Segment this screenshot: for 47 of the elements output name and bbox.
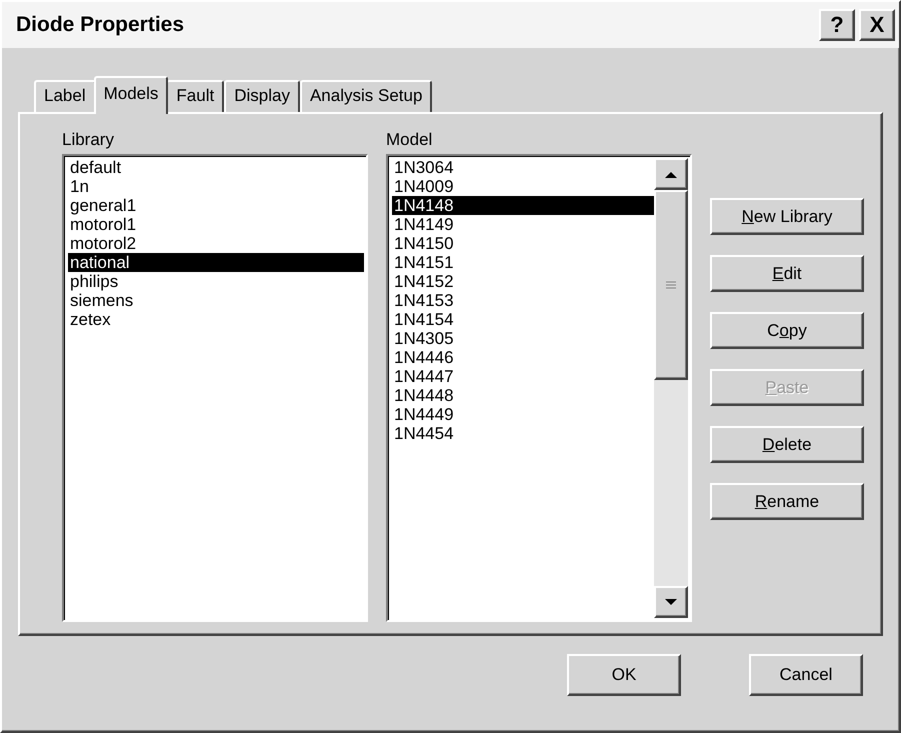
tab[interactable]: Display xyxy=(224,80,300,112)
tab[interactable]: Models xyxy=(94,76,168,114)
list-item[interactable]: 1N4152 xyxy=(392,272,654,291)
list-item[interactable]: motorol2 xyxy=(68,234,364,253)
list-label: Library xyxy=(62,130,115,150)
list-item[interactable]: 1N3064 xyxy=(392,158,654,177)
list-box[interactable]: default 1n general1 motorol1 motorol2 national philips siemens zetex xyxy=(62,154,368,622)
scroll-down-icon[interactable] xyxy=(654,586,688,618)
list-item[interactable]: national xyxy=(68,253,364,272)
tab[interactable]: Analysis Setup xyxy=(300,80,432,112)
list-item[interactable]: 1N4151 xyxy=(392,253,654,272)
list-item[interactable]: general1 xyxy=(68,196,364,215)
list-item[interactable]: motorol1 xyxy=(68,215,364,234)
action-button[interactable]: Rename xyxy=(710,483,864,520)
close-button[interactable]: X xyxy=(859,9,895,41)
ok-button[interactable]: OK xyxy=(567,654,681,696)
list-item[interactable]: 1N4154 xyxy=(392,310,654,329)
scrollbar[interactable] xyxy=(654,158,688,618)
action-button[interactable]: New Library xyxy=(710,198,864,235)
cancel-button[interactable]: Cancel xyxy=(749,654,863,696)
window-title: Diode Properties xyxy=(16,13,186,37)
list-item[interactable]: 1N4448 xyxy=(392,386,654,405)
tab[interactable]: Fault xyxy=(166,80,224,112)
list-item[interactable]: default xyxy=(68,158,364,177)
action-button[interactable]: Copy xyxy=(710,312,864,349)
list-item[interactable]: 1N4150 xyxy=(392,234,654,253)
tab[interactable]: Label xyxy=(34,80,96,112)
list-item[interactable]: siemens xyxy=(68,291,364,310)
help-button[interactable]: ? xyxy=(819,9,855,41)
action-button[interactable]: Delete xyxy=(710,426,864,463)
list-item[interactable]: 1N4447 xyxy=(392,367,654,386)
list-item[interactable]: 1N4153 xyxy=(392,291,654,310)
list-item[interactable]: 1N4305 xyxy=(392,329,654,348)
list-box[interactable]: 1N3064 1N4009 1N4148 1N4149 1N4150 1N4151 1N4152 1N4153 1N4154 1N4305 1N4446 1N4447 1N4448 1N4449 1N4454 xyxy=(386,154,692,622)
list-item[interactable]: 1N4454 xyxy=(392,424,654,443)
list-item[interactable]: 1N4009 xyxy=(392,177,654,196)
list-item[interactable]: 1N4149 xyxy=(392,215,654,234)
scroll-up-icon[interactable] xyxy=(654,158,688,190)
list-item[interactable]: 1N4148 xyxy=(392,196,654,215)
scroll-thumb[interactable] xyxy=(654,190,688,380)
list-item[interactable]: 1n xyxy=(68,177,364,196)
list-label: Model xyxy=(386,130,434,150)
action-button[interactable]: Edit xyxy=(710,255,864,292)
list-item[interactable]: philips xyxy=(68,272,364,291)
list-item[interactable]: 1N4449 xyxy=(392,405,654,424)
list-item[interactable]: 1N4446 xyxy=(392,348,654,367)
list-item[interactable]: zetex xyxy=(68,310,364,329)
